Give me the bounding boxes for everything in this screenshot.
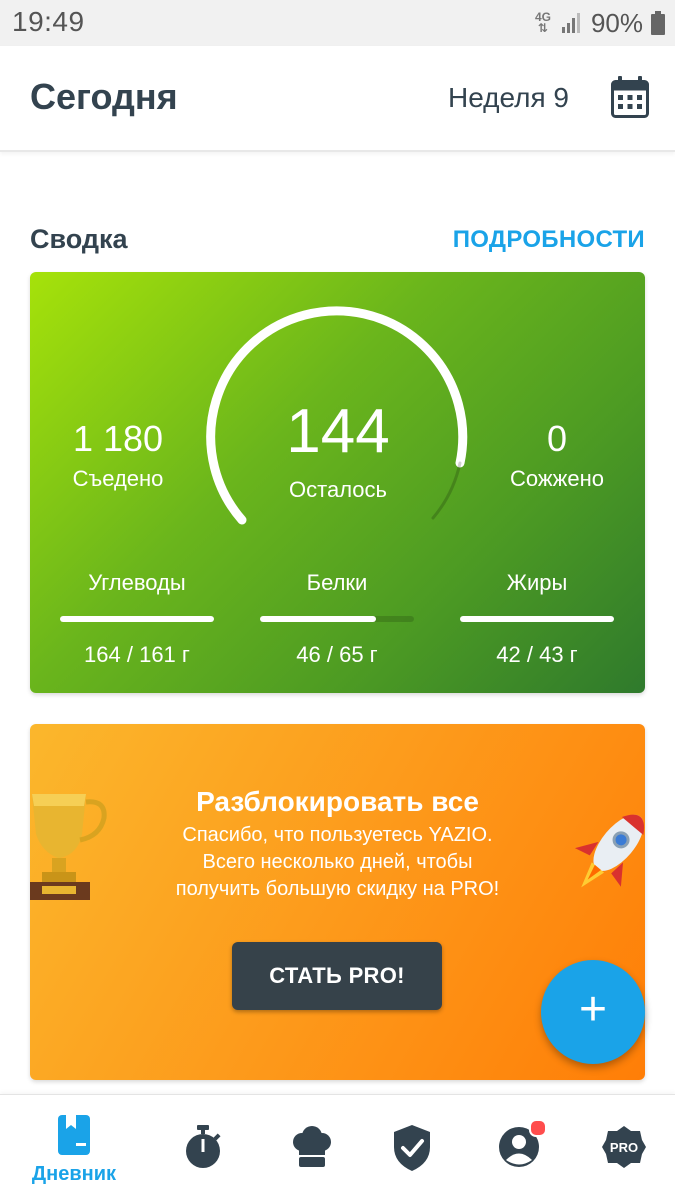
pro-text-line2: Всего несколько дней, чтобы [202, 851, 473, 873]
notification-dot [529, 1119, 547, 1137]
diary-book-icon [58, 1115, 90, 1155]
pro-badge-icon: PRO [602, 1126, 646, 1168]
eaten-value: 1 180 [72, 418, 164, 459]
network-icon: 4G ⇅ [534, 10, 551, 35]
remaining-label: Осталось [289, 477, 387, 502]
battery-icon [651, 11, 665, 35]
battery-level: 90% [590, 7, 643, 38]
eaten-stat: 1 180 Съедено [58, 418, 178, 492]
rocket-icon [574, 814, 645, 888]
nav-analysis[interactable] [362, 1095, 458, 1201]
nav-profile[interactable] [469, 1095, 565, 1201]
burned-label: Сожжено [510, 466, 604, 491]
protein-label: Белки [306, 570, 368, 595]
macro-protein: Белки 46 / 65 г [260, 570, 414, 668]
add-button[interactable]: + [541, 960, 645, 1064]
become-pro-button[interactable]: СТАТЬ PRO! [232, 942, 442, 1010]
nav-diary[interactable]: Дневник [26, 1095, 122, 1201]
fat-label: Жиры [506, 570, 568, 595]
bottom-navigation: Дневник PRO [0, 1094, 675, 1201]
nav-recipes[interactable] [262, 1095, 358, 1201]
pro-text-line3: получить большую скидку на PRO! [175, 878, 500, 900]
summary-card[interactable]: 1 180 Съедено 144 Осталось 0 Сожжено Угл… [30, 272, 645, 693]
status-bar: 19:49 4G ⇅ 90% [0, 0, 675, 46]
protein-progress-bar [260, 616, 414, 622]
stopwatch-icon [186, 1125, 221, 1168]
fat-value: 42 / 43 г [496, 642, 578, 667]
shield-check-icon [394, 1125, 430, 1171]
protein-value: 46 / 65 г [296, 642, 378, 667]
status-time: 19:49 [12, 6, 85, 37]
nav-fasting[interactable] [154, 1095, 250, 1201]
remaining-value: 144 [286, 397, 390, 466]
macro-fat: Жиры 42 / 43 г [460, 570, 614, 668]
plus-icon: + [578, 983, 608, 1036]
protein-progress-fill [260, 616, 376, 622]
pro-title: Разблокировать все [196, 786, 479, 817]
summary-title: Сводка [30, 224, 128, 254]
carbs-label: Углеводы [88, 570, 186, 595]
macro-carbs: Углеводы 164 / 161 г [60, 570, 214, 668]
pro-text-line1: Спасибо, что пользуетесь YAZIO. [182, 824, 493, 846]
details-link[interactable]: ПОДРОБНОСТИ [453, 226, 645, 254]
pro-badge-text: PRO [610, 1140, 638, 1155]
app-header: Сегодня Неделя 9 [0, 46, 675, 152]
page-title: Сегодня [30, 76, 178, 117]
nav-pro[interactable]: PRO [574, 1095, 670, 1201]
carbs-value: 164 / 161 г [84, 642, 190, 667]
fat-progress-fill [460, 616, 614, 622]
burned-value: 0 [546, 418, 568, 459]
pro-description: Спасибо, что пользуетесь YAZIO. Всего не… [130, 822, 545, 903]
chef-hat-icon [293, 1126, 331, 1167]
burned-stat: 0 Сожжено [497, 418, 617, 492]
network-type: 4G [534, 10, 551, 24]
nav-diary-label: Дневник [31, 1163, 117, 1185]
carbs-progress-bar [60, 616, 214, 622]
fat-progress-bar [460, 616, 614, 622]
carbs-progress-fill [60, 616, 214, 622]
week-selector[interactable]: Неделя 9 [448, 82, 569, 114]
calendar-icon[interactable] [611, 76, 649, 118]
eaten-label: Съедено [72, 466, 164, 491]
signal-icon [561, 13, 580, 33]
remaining-stat: 144 Осталось [248, 396, 428, 503]
status-icons: 4G ⇅ 90% [533, 6, 665, 40]
